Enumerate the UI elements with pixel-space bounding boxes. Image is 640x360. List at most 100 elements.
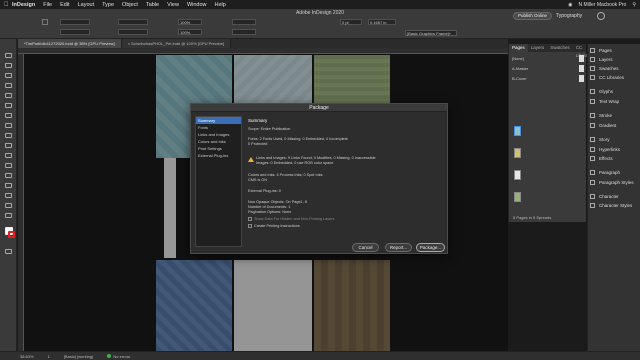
- cancel-button[interactable]: Cancel: [352, 243, 379, 252]
- pen-tool-icon[interactable]: [5, 113, 12, 118]
- dock-paragraph[interactable]: Paragraph: [590, 169, 620, 176]
- size-field[interactable]: 0.1667 in: [368, 19, 396, 25]
- scale-x-field[interactable]: 100%: [178, 19, 202, 25]
- gradient-tool-icon[interactable]: [5, 173, 12, 178]
- spotlight-icon[interactable]: ⚲: [632, 2, 636, 8]
- menu-help[interactable]: Help: [215, 2, 226, 8]
- free-transform-tool-icon[interactable]: [5, 163, 12, 168]
- tab-schwinchas[interactable]: × SchwinchasPHOL_Pet.indd @ 100% [GPU Pr…: [121, 39, 232, 48]
- width-field[interactable]: [118, 19, 148, 25]
- screen-mode-icon[interactable]: [5, 249, 12, 254]
- master-none[interactable]: [None]: [511, 55, 585, 62]
- sidebar-item-summary[interactable]: Summary: [196, 117, 241, 124]
- sidebar-item-colors[interactable]: Colors and Inks: [196, 138, 241, 145]
- show-hidden-checkbox[interactable]: [248, 217, 252, 221]
- dock-paragraph-styles[interactable]: Paragraph Styles: [590, 179, 634, 186]
- master-b[interactable]: B-Cover: [511, 75, 585, 82]
- menu-edit[interactable]: Edit: [60, 2, 69, 8]
- menu-object[interactable]: Object: [122, 2, 138, 8]
- tab-portfolio[interactable]: *TimPortfolio11272020.indd @ 38% [GPU Pr…: [18, 39, 122, 48]
- selection-tool-icon[interactable]: [5, 53, 12, 58]
- rectangle-tool-icon[interactable]: [5, 143, 12, 148]
- gap-tool-icon[interactable]: [5, 83, 12, 88]
- menu-app[interactable]: InDesign: [12, 2, 35, 8]
- height-field[interactable]: [118, 29, 148, 35]
- dock-character[interactable]: Character: [590, 193, 619, 200]
- dock-cc-libraries[interactable]: CC Libraries: [590, 74, 624, 81]
- eyedropper-tool-icon[interactable]: [5, 193, 12, 198]
- zoom-level[interactable]: 38.63%: [20, 354, 34, 359]
- dock-stroke[interactable]: Stroke: [590, 112, 612, 119]
- x-field[interactable]: [60, 19, 90, 25]
- effects-icon: [590, 156, 595, 161]
- publish-online-button[interactable]: Publish Online: [513, 12, 552, 20]
- scope-text: Scope: Entire Publication: [248, 127, 291, 131]
- tab-pages[interactable]: Pages: [509, 44, 528, 52]
- sidebar-item-links[interactable]: Links and Images: [196, 131, 241, 138]
- user-name[interactable]: N Miller Macbook Pro: [579, 2, 627, 8]
- package-button[interactable]: Package...: [416, 243, 445, 252]
- menu-type[interactable]: Type: [102, 2, 114, 8]
- stroke-icon: [590, 113, 595, 118]
- menu-file[interactable]: File: [43, 2, 52, 8]
- create-instructions-option[interactable]: Create Printing Instructions: [248, 224, 300, 228]
- control-bar: Adobe InDesign 2020 100% 100% 0 pt 0.166…: [0, 9, 640, 39]
- y-field[interactable]: [60, 29, 90, 35]
- dock-story[interactable]: Story: [590, 136, 610, 143]
- dock-character-styles[interactable]: Character Styles: [590, 202, 632, 209]
- dock-label: Character: [599, 194, 619, 199]
- hand-tool-icon[interactable]: [5, 203, 12, 208]
- show-hidden-option[interactable]: Show Data For Hidden and Non-Printing La…: [248, 217, 334, 221]
- menu-table[interactable]: Table: [146, 2, 159, 8]
- page-tool-icon[interactable]: [5, 73, 12, 78]
- line-tool-icon[interactable]: [5, 103, 12, 108]
- report-button[interactable]: Report...: [385, 243, 412, 252]
- note-tool-icon[interactable]: [5, 183, 12, 188]
- page-number[interactable]: 1: [48, 354, 50, 359]
- tab-layers[interactable]: Layers: [528, 44, 548, 52]
- page-thumb-3[interactable]: [514, 170, 521, 180]
- dock-text-wrap[interactable]: Text Wrap: [590, 98, 619, 105]
- shear-field[interactable]: [232, 29, 256, 35]
- rectangle-frame-tool-icon[interactable]: [5, 133, 12, 138]
- page-thumb-4[interactable]: [514, 192, 521, 202]
- dock-hyperlinks[interactable]: Hyperlinks: [590, 146, 620, 153]
- menu-window[interactable]: Window: [187, 2, 207, 8]
- sidebar-item-fonts[interactable]: Fonts: [196, 124, 241, 131]
- workspace-selector[interactable]: Typography: [556, 13, 582, 19]
- stroke-weight-field[interactable]: 0 pt: [340, 19, 362, 25]
- pencil-tool-icon[interactable]: [5, 123, 12, 128]
- reference-point-icon[interactable]: [42, 19, 48, 25]
- paragraph-icon: [590, 170, 595, 175]
- master-a[interactable]: A-Master: [511, 65, 585, 72]
- tab-swatches[interactable]: Swatches: [547, 44, 573, 52]
- sidebar-item-print-settings[interactable]: Print Settings: [196, 145, 241, 152]
- menu-view[interactable]: View: [167, 2, 179, 8]
- dock-layers[interactable]: Layers: [590, 56, 613, 63]
- show-hidden-label: Show Data For Hidden and Non-Printing La…: [254, 217, 335, 221]
- search-icon[interactable]: [597, 12, 605, 20]
- menu-layout[interactable]: Layout: [78, 2, 95, 8]
- dialog-content: Summary Scope: Entire Publication Fonts:…: [248, 116, 444, 236]
- type-tool-icon[interactable]: [5, 93, 12, 98]
- dock-glyphs[interactable]: Glyphs: [590, 88, 613, 95]
- page-thumb-2[interactable]: [514, 148, 521, 158]
- rotate-field[interactable]: [232, 19, 256, 25]
- page-thumb-1[interactable]: [514, 126, 521, 136]
- sidebar-item-plugins[interactable]: External Plug-ins: [196, 152, 241, 159]
- preflight-status[interactable]: No errors: [107, 354, 130, 359]
- dock-effects[interactable]: Effects: [590, 155, 613, 162]
- direct-selection-tool-icon[interactable]: [5, 63, 12, 68]
- stroke-swatch-icon[interactable]: [8, 231, 15, 238]
- dock-pages[interactable]: Pages: [590, 47, 612, 54]
- create-instructions-checkbox[interactable]: [248, 224, 252, 228]
- object-style-field[interactable]: [Basic Graphics Frame]+: [405, 30, 457, 36]
- wifi-icon[interactable]: ◉: [568, 2, 572, 8]
- apple-icon[interactable]: : [4, 2, 12, 8]
- scale-y-field[interactable]: 100%: [178, 29, 202, 35]
- scissors-tool-icon[interactable]: [5, 153, 12, 158]
- zoom-tool-icon[interactable]: [5, 213, 12, 218]
- character-icon: [590, 194, 595, 199]
- dock-swatches[interactable]: Swatches: [590, 65, 619, 72]
- dock-gradient[interactable]: Gradient: [590, 122, 616, 129]
